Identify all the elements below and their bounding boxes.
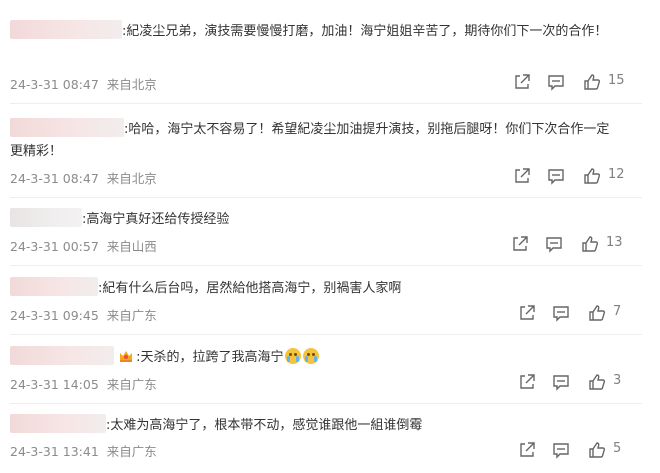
comment-icon[interactable] (551, 303, 571, 323)
crown-badge-icon (120, 351, 133, 362)
comment-body: :紀凌尘兄弟，演技需要慢慢打磨，加油！海宁姐姐辛苦了，期待你们下一次的合作！ (10, 20, 620, 43)
comment-meta: 24-3-31 00:57 来自山西 (10, 236, 161, 255)
comment-icon[interactable] (546, 72, 566, 92)
comment-location: 来自广东 (106, 444, 157, 459)
comment-location: 来自北京 (106, 77, 157, 92)
comment-location: 来自山西 (106, 239, 157, 254)
comment-body: :紀有什么后台吗，居然給他搭高海宁，别禍害人家啊 (10, 277, 620, 300)
thumbs-up-icon[interactable] (582, 166, 602, 186)
comment-date: 24-3-31 08:47 (10, 171, 99, 186)
comment-text: :紀有什么后台吗，居然給他搭高海宁，别禍害人家啊 (98, 281, 402, 296)
comment-date: 24-3-31 09:45 (10, 308, 99, 323)
blurred-username[interactable] (10, 277, 98, 296)
thumbs-up-icon[interactable] (582, 72, 602, 92)
comment-icon[interactable] (551, 440, 571, 460)
comment-meta: 24-3-31 08:47 来自北京 (10, 168, 161, 187)
share-icon[interactable] (517, 303, 537, 323)
divider (10, 197, 642, 198)
blurred-username[interactable] (10, 20, 122, 39)
like-count: 5 (613, 441, 622, 456)
comment-text: :太难为高海宁了，根本带不动，感觉谁跟他一組谁倒霉 (106, 418, 423, 433)
comment-meta: 24-3-31 13:41 来自广东 (10, 441, 161, 460)
thumbs-up-icon[interactable] (587, 303, 607, 323)
like-count: 13 (606, 235, 623, 250)
comment-meta: 24-3-31 14:05 来自广东 (10, 374, 161, 393)
share-icon[interactable] (517, 372, 537, 392)
share-icon[interactable] (510, 234, 530, 254)
share-icon[interactable] (517, 440, 537, 460)
crying-face-emoji (284, 348, 301, 364)
comment-date: 24-3-31 13:41 (10, 444, 99, 459)
divider (10, 403, 642, 404)
like-count: 15 (608, 73, 625, 88)
crying-face-emoji (302, 348, 319, 364)
comment-date: 24-3-31 00:57 (10, 239, 99, 254)
comment-location: 来自广东 (106, 308, 157, 323)
comment-text: :高海宁真好还给传授经验 (82, 212, 230, 227)
divider (10, 103, 642, 104)
comment-text: :紀凌尘兄弟，演技需要慢慢打磨，加油！海宁姐姐辛苦了，期待你们下一次的合作！ (122, 24, 608, 39)
thumbs-up-icon[interactable] (587, 372, 607, 392)
share-icon[interactable] (512, 72, 532, 92)
comment-body: :高海宁真好还给传授经验 (10, 208, 620, 231)
like-count: 7 (613, 304, 622, 319)
comment-icon[interactable] (551, 372, 571, 392)
comment-location: 来自北京 (106, 171, 157, 186)
like-count: 12 (608, 167, 625, 182)
comment-icon[interactable] (546, 166, 566, 186)
divider (10, 334, 642, 335)
thumbs-up-icon[interactable] (580, 234, 600, 254)
blurred-username[interactable] (10, 414, 106, 433)
comment-body: :天杀的，拉跨了我高海宁 (10, 346, 620, 369)
comment-body: :太难为高海宁了，根本带不动，感觉谁跟他一組谁倒霉 (10, 414, 620, 437)
blurred-username[interactable] (10, 208, 82, 227)
like-count: 3 (613, 373, 622, 388)
thumbs-up-icon[interactable] (587, 440, 607, 460)
comment-date: 24-3-31 14:05 (10, 377, 99, 392)
comment-location: 来自广东 (106, 377, 157, 392)
comment-meta: 24-3-31 09:45 来自广东 (10, 305, 161, 324)
blurred-username[interactable] (10, 346, 114, 365)
comment-body: :哈哈，海宁太不容易了！希望紀凌尘加油提升演技，别拖后腿呀！你们下次合作一定更精… (10, 118, 620, 163)
comment-text: :天杀的，拉跨了我高海宁 (136, 350, 284, 365)
share-icon[interactable] (512, 166, 532, 186)
blurred-username[interactable] (10, 118, 124, 137)
divider (10, 265, 642, 266)
comment-date: 24-3-31 08:47 (10, 77, 99, 92)
comment-meta: 24-3-31 08:47 来自北京 (10, 74, 161, 93)
comment-icon[interactable] (544, 234, 564, 254)
